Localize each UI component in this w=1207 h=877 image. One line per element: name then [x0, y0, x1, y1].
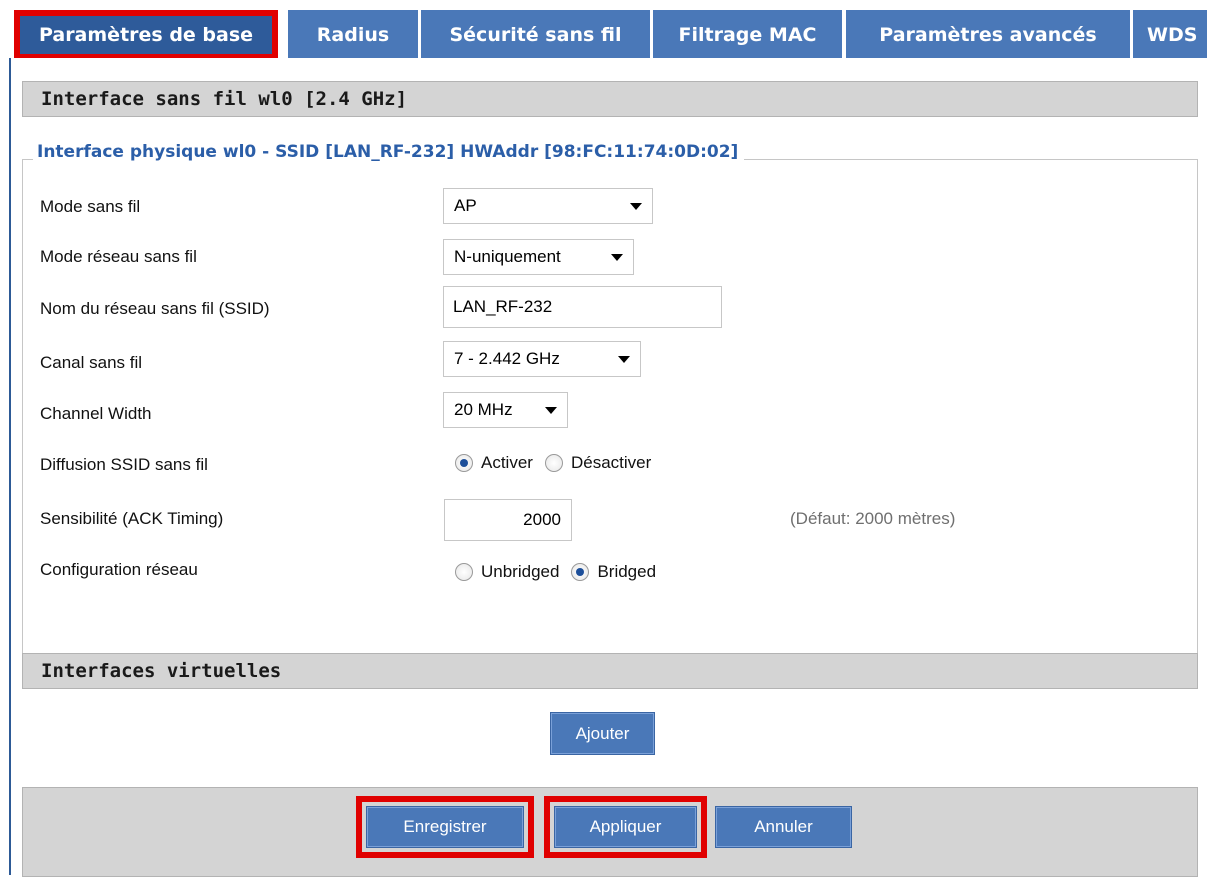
network-config-unbridged-radio[interactable] [455, 563, 473, 581]
add-button[interactable]: Ajouter [550, 712, 655, 755]
ssid-broadcast-disable-radio[interactable] [544, 454, 563, 472]
network-mode-select[interactable]: N-uniquement [443, 239, 634, 275]
virtual-interfaces-header: Interfaces virtuelles [22, 653, 1198, 689]
ssid-input[interactable]: LAN_RF-232 [443, 286, 722, 328]
ssid-broadcast-disable-label[interactable]: Désactiver [571, 453, 651, 473]
wireless-mode-select[interactable]: AP [443, 188, 653, 224]
ssid-broadcast-enable-radio[interactable] [455, 454, 473, 472]
ssid-broadcast-enable-label[interactable]: Activer [481, 453, 533, 473]
physical-interface-legend: Interface physique wl0 - SSID [LAN_RF-23… [33, 142, 745, 162]
channel-width-value: 20 MHz [454, 400, 513, 419]
network-mode-value: N-uniquement [454, 247, 561, 266]
channel-label: Canal sans fil [40, 353, 143, 372]
interface-header: Interface sans fil wl0 [2.4 GHz] [22, 81, 1198, 117]
chevron-down-icon [611, 254, 623, 261]
main-panel: Interface sans fil wl0 [2.4 GHz] Interfa… [9, 58, 1207, 877]
tab-parametres-de-base[interactable]: Paramètres de base [14, 10, 278, 60]
tab-securite-sans-fil[interactable]: Sécurité sans fil [421, 10, 650, 60]
chevron-down-icon [545, 407, 557, 414]
network-mode-label: Mode réseau sans fil [40, 247, 197, 266]
tab-bar: Paramètres de base Radius Sécurité sans … [0, 0, 1207, 62]
network-config-bridged-label[interactable]: Bridged [597, 562, 656, 582]
ssid-broadcast-label: Diffusion SSID sans fil [40, 455, 208, 474]
tab-radius[interactable]: Radius [288, 10, 418, 60]
chevron-down-icon [618, 356, 630, 363]
channel-select[interactable]: 7 - 2.442 GHz [443, 341, 641, 377]
network-config-label: Configuration réseau [40, 560, 198, 579]
ack-timing-label: Sensibilité (ACK Timing) [40, 509, 224, 528]
network-config-unbridged-label[interactable]: Unbridged [481, 562, 559, 582]
network-config-bridged-radio[interactable] [571, 563, 590, 581]
channel-value: 7 - 2.442 GHz [454, 349, 560, 368]
tab-wds[interactable]: WDS [1133, 10, 1207, 60]
save-button[interactable]: Enregistrer [356, 796, 534, 858]
tab-parametres-avances[interactable]: Paramètres avancés [846, 10, 1130, 60]
apply-button[interactable]: Appliquer [544, 796, 707, 858]
wireless-mode-value: AP [454, 196, 477, 215]
tab-filtrage-mac[interactable]: Filtrage MAC [653, 10, 842, 60]
cancel-button[interactable]: Annuler [715, 806, 852, 848]
channel-width-select[interactable]: 20 MHz [443, 392, 568, 428]
ssid-value: LAN_RF-232 [453, 297, 553, 316]
wireless-mode-label: Mode sans fil [40, 197, 141, 216]
ack-timing-value: 2000 [523, 510, 561, 529]
channel-width-label: Channel Width [40, 404, 152, 423]
ssid-broadcast-radio-group: Activer Désactiver [455, 453, 663, 473]
ack-timing-hint: (Défaut: 2000 mètres) [790, 509, 956, 528]
physical-interface-fieldset [22, 159, 1198, 677]
network-config-radio-group: Unbridged Bridged [455, 562, 668, 582]
chevron-down-icon [630, 203, 642, 210]
ssid-label: Nom du réseau sans fil (SSID) [40, 299, 270, 318]
ack-timing-input[interactable]: 2000 [444, 499, 572, 541]
